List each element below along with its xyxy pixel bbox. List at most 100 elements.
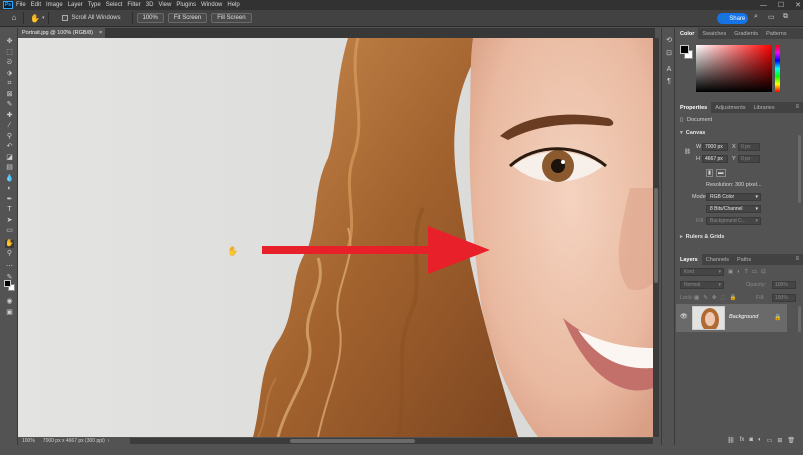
fill-screen-button[interactable]: Fill Screen <box>211 13 252 23</box>
panel-menu-icon[interactable]: ≡ <box>795 256 799 262</box>
path-selection-tool-icon[interactable]: ➤ <box>5 217 14 225</box>
rectangle-tool-icon[interactable]: ▭ <box>5 227 14 235</box>
y-field[interactable]: 0 px <box>738 155 760 163</box>
layer-name[interactable]: Background <box>729 314 758 320</box>
new-layer-icon[interactable]: ⊞ <box>777 437 782 444</box>
workspace-icon[interactable]: ▭ <box>768 13 775 21</box>
menu-image[interactable]: Image <box>46 2 63 8</box>
zoom-tool-icon[interactable]: ⚲ <box>5 250 14 258</box>
menu-3d[interactable]: 3D <box>146 2 154 8</box>
tab-color[interactable]: Color <box>676 28 699 39</box>
menu-filter[interactable]: Filter <box>127 2 140 8</box>
fill-dropdown[interactable]: Background C... ▾ <box>706 217 761 225</box>
horizontal-scrollbar[interactable] <box>130 438 653 444</box>
maximize-icon[interactable]: ☐ <box>778 1 784 9</box>
navigator-icon[interactable]: ⊡ <box>665 50 673 58</box>
canvas-section-header[interactable]: ▾ Canvas <box>680 130 705 136</box>
hand-tool-icon[interactable]: ✋ <box>30 14 40 23</box>
document-canvas[interactable]: ✋ <box>18 38 653 437</box>
tab-channels[interactable]: Channels <box>702 254 733 265</box>
fill-field[interactable]: 100% <box>772 294 796 302</box>
visibility-eye-icon[interactable]: 👁 <box>680 314 688 320</box>
tab-gradients[interactable]: Gradients <box>730 28 762 39</box>
dodge-tool-icon[interactable]: ◐ <box>5 185 14 193</box>
portrait-orientation-icon[interactable]: ▮ <box>706 169 714 177</box>
bits-dropdown[interactable]: 8 Bits/Channel ▾ <box>706 205 761 213</box>
minimize-icon[interactable]: — <box>760 2 767 9</box>
blur-tool-icon[interactable]: 💧 <box>5 175 14 183</box>
menu-type[interactable]: Type <box>88 2 101 8</box>
menu-plugins[interactable]: Plugins <box>176 2 196 8</box>
color-picker-field[interactable] <box>696 45 772 92</box>
new-group-icon[interactable]: ▭ <box>767 437 773 444</box>
more-tools-icon[interactable]: ⋯ <box>5 263 14 271</box>
eyedropper-tool-icon[interactable]: ✎ <box>5 101 14 109</box>
blend-mode-dropdown[interactable]: Normal ▾ <box>680 281 724 289</box>
close-icon[interactable]: ✕ <box>795 1 801 9</box>
properties-scrollbar[interactable] <box>798 135 801 203</box>
artboard-tool-icon[interactable]: ⬚ <box>5 49 14 57</box>
fit-screen-button[interactable]: Fit Screen <box>167 13 208 23</box>
tab-adjustments[interactable]: Adjustments <box>711 102 749 113</box>
chevron-right-icon[interactable]: › <box>108 438 110 444</box>
opacity-field[interactable]: 100% <box>772 281 796 289</box>
hue-slider[interactable] <box>775 45 780 92</box>
layer-style-icon[interactable]: fx <box>740 437 745 443</box>
layers-scrollbar[interactable] <box>798 306 801 332</box>
search-icon[interactable]: ⌕ <box>754 13 758 21</box>
tab-swatches[interactable]: Swatches <box>698 28 730 39</box>
lock-transparency-icon[interactable]: ▦ <box>694 295 699 301</box>
move-tool-icon[interactable]: ✥ <box>5 38 14 46</box>
screen-mode-icon[interactable]: ▣ <box>5 309 14 317</box>
foreground-color-swatch[interactable] <box>4 280 11 287</box>
link-icon[interactable]: ⛓ <box>684 149 691 155</box>
quick-mask-icon[interactable]: ◉ <box>5 298 14 306</box>
pen-tool-icon[interactable]: ✒ <box>5 196 14 204</box>
lock-pixels-icon[interactable]: ✎ <box>703 295 708 301</box>
link-layers-icon[interactable]: ⛓ <box>727 437 735 444</box>
brush-tool-icon[interactable]: ⁄ <box>5 122 14 130</box>
delete-layer-icon[interactable]: 🗑 <box>787 437 795 444</box>
tab-properties[interactable]: Properties <box>676 102 712 113</box>
lock-artboard-icon[interactable]: ⬚ <box>720 295 725 301</box>
gradient-tool-icon[interactable]: ▤ <box>5 164 14 172</box>
height-field[interactable]: 4667 px <box>702 155 728 163</box>
zoom-level[interactable]: 100% <box>22 438 35 444</box>
landscape-orientation-icon[interactable]: ▬ <box>716 169 726 177</box>
paragraph-icon[interactable]: ¶ <box>665 78 673 86</box>
menu-select[interactable]: Select <box>106 2 123 8</box>
layer-filter-kind[interactable]: Kind ▾ <box>680 268 724 276</box>
home-icon[interactable]: ⌂ <box>9 13 19 23</box>
filter-shape-icon[interactable]: ▭ <box>752 269 757 275</box>
menu-help[interactable]: Help <box>227 2 239 8</box>
frame-tool-icon[interactable]: ⊠ <box>5 91 14 99</box>
filter-type-icon[interactable]: T <box>745 269 748 275</box>
menu-window[interactable]: Window <box>201 2 222 8</box>
scroll-all-windows-checkbox[interactable] <box>62 15 69 21</box>
tab-patterns[interactable]: Patterns <box>762 28 790 39</box>
chevron-down-icon[interactable]: ▾ <box>42 15 45 21</box>
type-tool-icon[interactable]: T <box>5 206 14 214</box>
filter-adjustment-icon[interactable]: ◐ <box>737 269 740 275</box>
hand-tool-icon[interactable]: ✋ <box>5 240 14 248</box>
eraser-tool-icon[interactable]: ◪ <box>5 154 14 162</box>
share-button[interactable]: 👤 Share <box>717 13 748 24</box>
character-icon[interactable]: A <box>665 66 673 74</box>
menu-file[interactable]: File <box>16 2 26 8</box>
lock-all-icon[interactable]: 🔒 <box>730 295 737 301</box>
arrange-icon[interactable]: ⧉ <box>783 13 788 21</box>
object-selection-tool-icon[interactable]: ⬗ <box>5 70 14 78</box>
clone-stamp-tool-icon[interactable]: ⚲ <box>5 133 14 141</box>
foreground-color-swatch[interactable] <box>680 45 689 54</box>
tab-libraries[interactable]: Libraries <box>749 102 778 113</box>
width-field[interactable]: 7000 px <box>702 143 728 151</box>
x-field[interactable]: 0 px <box>738 143 760 151</box>
history-brush-tool-icon[interactable]: ↶ <box>5 143 14 151</box>
foreground-background-colors[interactable] <box>4 280 15 291</box>
layer-row-background[interactable]: 👁 Background 🔒 <box>676 304 787 332</box>
lasso-tool-icon[interactable]: ᘐ <box>5 59 14 67</box>
menu-layer[interactable]: Layer <box>68 2 83 8</box>
panel-menu-icon[interactable]: ≡ <box>795 104 799 110</box>
horizontal-scroll-thumb[interactable] <box>290 439 415 443</box>
tab-layers[interactable]: Layers <box>676 254 702 265</box>
